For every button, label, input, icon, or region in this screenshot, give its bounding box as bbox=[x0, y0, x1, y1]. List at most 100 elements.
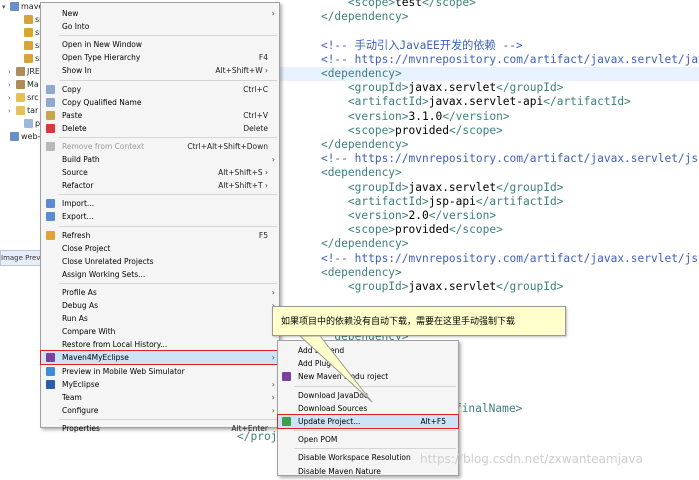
submenu-item-new-maven-modu-roject[interactable]: New Maven Modu roject bbox=[278, 370, 458, 383]
library-icon bbox=[16, 80, 25, 89]
menu-item-go-into[interactable]: Go Into bbox=[41, 20, 279, 33]
menu-item-shortcut: Ctrl+Alt+Shift+Down bbox=[187, 141, 268, 151]
menu-item-assign-working-sets[interactable]: Assign Working Sets... bbox=[41, 268, 279, 281]
menu-item-label: Delete bbox=[62, 123, 87, 133]
menu-item-new[interactable]: New › bbox=[41, 7, 279, 20]
code-line: <dependency> bbox=[320, 166, 402, 180]
code-line: <artifactId>jsp-api</artifactId> bbox=[347, 194, 564, 208]
tree-item[interactable]: › tar bbox=[8, 104, 38, 118]
tree-item[interactable]: › Ma bbox=[8, 78, 39, 92]
annotation-callout: 如果项目中的依赖没有自动下载，需要在这里手动强制下载 bbox=[272, 306, 566, 336]
menu-item-compare-with[interactable]: Compare With› bbox=[41, 325, 279, 338]
submenu-item-label: Disable Workspace Resolution bbox=[298, 453, 411, 463]
tree-item-label: JRE bbox=[27, 67, 40, 76]
code-line: <artifactId>javax.servlet-api</artifactI… bbox=[347, 95, 631, 109]
code-line: <!-- https://mvnrepository.com/artifact/… bbox=[320, 52, 699, 66]
menu-separator bbox=[59, 194, 277, 196]
menu-item-debug-as[interactable]: Debug As› bbox=[41, 299, 279, 312]
menu-item-profile-as[interactable]: Profile As › bbox=[41, 286, 279, 299]
menu-item-configure[interactable]: Configure › bbox=[41, 404, 279, 417]
menu-item-close-project[interactable]: Close Project bbox=[41, 242, 279, 255]
expand-arrow-icon[interactable]: › bbox=[8, 104, 16, 118]
expand-arrow-icon[interactable]: › bbox=[8, 65, 16, 79]
menu-item-shortcut: Alt+Shift+S › bbox=[218, 168, 268, 178]
project-icon bbox=[10, 132, 19, 141]
submenu-item-add-plugin[interactable]: Add Plugin bbox=[278, 357, 458, 370]
import-icon bbox=[46, 199, 55, 209]
menu-item-label: Close Unrelated Projects bbox=[62, 256, 154, 266]
menu-item-restore-from-local-history[interactable]: Restore from Local History... bbox=[41, 338, 279, 351]
tree-item[interactable]: › src bbox=[8, 91, 39, 105]
submenu-item-update-project[interactable]: Update Project... Alt+F5 bbox=[277, 414, 459, 429]
menu-separator bbox=[59, 136, 277, 138]
submenu-item-download-javadoc[interactable]: Download JavaDoc bbox=[278, 389, 458, 402]
menu-item-shortcut: Ctrl+V bbox=[243, 110, 268, 120]
submenu-item-label: Add Depend bbox=[298, 346, 345, 355]
menu-item-open-in-new-window[interactable]: Open in New Window bbox=[41, 38, 279, 51]
tree-item[interactable]: › JRE bbox=[8, 65, 40, 79]
menu-item-label: Team bbox=[62, 392, 82, 402]
submenu-arrow-icon: › bbox=[271, 155, 275, 164]
context-menu: New › Go Into Open in New Window Open Type H… bbox=[40, 2, 280, 433]
folder-icon bbox=[16, 106, 25, 115]
menu-item-label: Profile As bbox=[62, 287, 97, 297]
expand-arrow-icon[interactable]: › bbox=[8, 91, 16, 105]
menu-item-label: Paste bbox=[62, 110, 83, 120]
menu-item-label: Export... bbox=[62, 212, 94, 222]
tree-item-label: src bbox=[27, 93, 39, 102]
menu-item-delete[interactable]: Delete Delete bbox=[41, 122, 279, 135]
watermark: https://blog.csdn.net/zxwanteamjava bbox=[420, 452, 643, 466]
package-icon bbox=[24, 15, 33, 24]
expand-arrow-icon[interactable]: ▾ bbox=[2, 0, 10, 14]
menu-item-label: Preview in Mobile Web Simulator bbox=[62, 366, 185, 376]
menu-item-copy[interactable]: Copy Ctrl+C bbox=[41, 83, 279, 96]
menu-item-source[interactable]: Source Alt+Shift+S › bbox=[41, 166, 279, 179]
submenu-item-add-depend[interactable]: Add Depend bbox=[278, 344, 458, 357]
menu-item-export[interactable]: Export... bbox=[41, 210, 279, 223]
menu-item-show-in[interactable]: Show In Alt+Shift+W › bbox=[41, 64, 279, 77]
submenu-item-download-sources[interactable]: Download Sources bbox=[278, 402, 458, 415]
menu-item-properties[interactable]: Properties Alt+Enter bbox=[41, 422, 279, 435]
menu-item-open-type-hierarchy[interactable]: Open Type Hierarchy F4 bbox=[41, 51, 279, 64]
expand-arrow-icon[interactable]: › bbox=[8, 78, 16, 92]
menu-separator bbox=[59, 418, 277, 420]
menu-item-myeclipse[interactable]: MyEclipse › bbox=[41, 378, 279, 391]
mobile-icon bbox=[46, 366, 55, 376]
update-project-icon bbox=[282, 417, 291, 426]
submenu-item-open-pom[interactable]: Open POM bbox=[278, 433, 458, 446]
menu-item-preview-in-mobile-web-simulator[interactable]: Preview in Mobile Web Simulator bbox=[41, 365, 279, 378]
menu-item-copy-qualified-name[interactable]: Copy Qualified Name bbox=[41, 96, 279, 109]
menu-item-run-as[interactable]: Run As› bbox=[41, 312, 279, 325]
copy-icon bbox=[46, 97, 55, 107]
menu-item-refresh[interactable]: Refresh F5 bbox=[41, 229, 279, 242]
submenu-arrow-icon: › bbox=[271, 392, 275, 402]
submenu-item-disable-maven-nature[interactable]: Disable Maven Nature bbox=[278, 465, 458, 478]
menu-item-paste[interactable]: Paste Ctrl+V bbox=[41, 109, 279, 122]
code-line: <scope>provided</scope> bbox=[347, 123, 503, 137]
menu-item-label: Import... bbox=[62, 199, 95, 209]
menu-item-label: New bbox=[62, 9, 79, 18]
menu-item-label: Configure bbox=[62, 405, 99, 415]
code-line: <!-- 手动引入JavaEE开发的依赖 --> bbox=[320, 38, 523, 52]
menu-item-label: Properties bbox=[62, 423, 100, 433]
menu-item-label: Show In bbox=[62, 66, 92, 76]
menu-item-build-path[interactable]: Build Path › bbox=[41, 153, 279, 166]
menu-item-close-unrelated-projects[interactable]: Close Unrelated Projects bbox=[41, 255, 279, 268]
menu-item-label: Go Into bbox=[62, 22, 90, 32]
submenu-item-label: Update Project... bbox=[298, 417, 361, 426]
menu-item-shortcut: F4 bbox=[258, 53, 268, 63]
submenu-arrow-icon: › bbox=[271, 405, 275, 415]
menu-item-team[interactable]: Team › bbox=[41, 391, 279, 404]
menu-item-label: Remove from Context bbox=[62, 141, 145, 151]
code-line: <scope>test</scope> bbox=[347, 0, 476, 9]
code-line: <!-- https://mvnrepository.com/artifact/… bbox=[320, 152, 699, 166]
tree-item[interactable]: web-d bbox=[2, 130, 46, 144]
tree-item-label: tar bbox=[27, 106, 39, 115]
delete-icon bbox=[46, 123, 55, 133]
package-icon bbox=[24, 28, 33, 37]
menu-item-refactor[interactable]: Refactor Alt+Shift+T › bbox=[41, 179, 279, 192]
submenu-arrow-icon: › bbox=[271, 353, 275, 363]
submenu-arrow-icon: › bbox=[271, 379, 275, 389]
menu-item-import[interactable]: Import... bbox=[41, 197, 279, 210]
menu-item-maven4myeclipse[interactable]: Maven4MyEclipse › bbox=[40, 350, 280, 366]
